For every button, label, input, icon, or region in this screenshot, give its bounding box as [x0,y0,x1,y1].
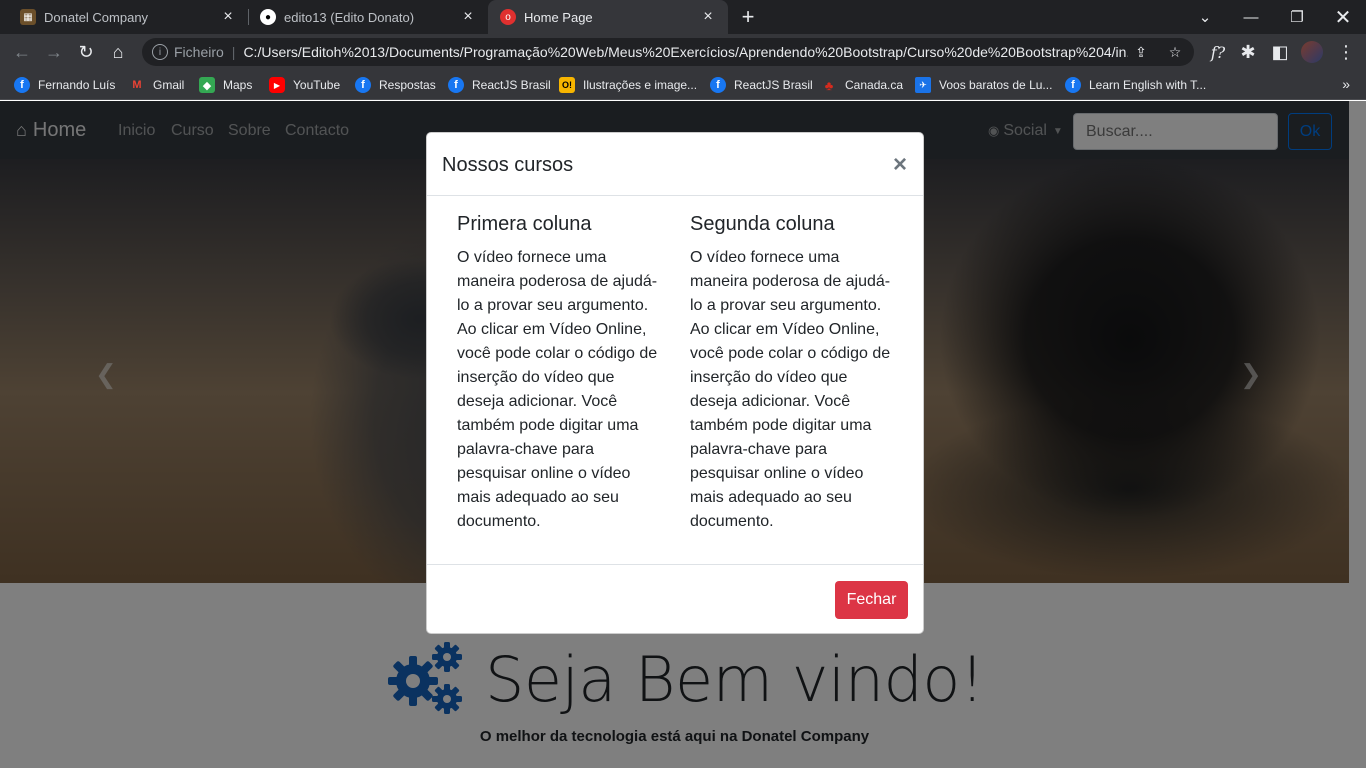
bookmark-item[interactable]: O! Ilustrações e image... [559,76,697,94]
formula-extension-icon[interactable]: f? [1204,38,1232,66]
modal-title: Nossos cursos [442,154,574,176]
bookmark-item[interactable]: f Learn English with T... [1065,76,1206,94]
browser-tab[interactable]: ● edito13 (Edito Donato) × [248,0,488,34]
back-button[interactable]: ← [8,38,36,66]
close-modal-button[interactable]: Fechar [835,581,908,619]
web-favicon-icon: ▦ [20,9,36,25]
tab-title: Home Page [524,9,593,25]
new-tab-button[interactable]: + [736,4,760,29]
bookmark-item[interactable]: M Gmail [129,76,184,94]
bookmark-label: Maps [223,78,253,92]
restore-button[interactable]: ❐ [1274,0,1320,34]
browser-toolbar: ← → ↻ ⌂ i Ficheiro | C:/Users/Editoh%201… [0,34,1366,70]
tab-title: edito13 (Edito Donato) [284,9,415,25]
bookmark-item[interactable]: ♣ Canada.ca [821,76,903,94]
close-icon[interactable]: × [700,8,716,25]
bookmarks-bar: f Fernando Luís M Gmail ◆ Maps ▶ YouTube f Re… [0,70,1366,100]
scrollbar[interactable] [1349,101,1366,768]
column-text: O vídeo fornece uma maneira poderosa de … [457,249,658,530]
tab-search-button[interactable]: ⌄ [1182,0,1228,34]
bookmark-label: ReactJS Brasil [472,78,551,92]
facebook-icon: f [710,77,726,93]
maple-leaf-icon: ♣ [824,77,834,93]
modal-footer: Fechar [427,564,923,634]
modal-column-second: Segunda coluna O vídeo fornece uma manei… [690,213,895,534]
bookmark-item[interactable]: ◆ Maps [199,76,252,94]
bookmark-label: Voos baratos de Lu... [939,78,1053,92]
tab-title: Donatel Company [44,9,149,25]
bookmark-item[interactable]: f Fernando Luís [14,76,115,94]
bookmark-label: Gmail [153,78,185,92]
column-text: O vídeo fornece uma maneira poderosa de … [690,249,891,530]
bookmark-label: YouTube [293,78,341,92]
flights-icon: ✈ [915,77,931,93]
window-close-button[interactable]: ✕ [1320,0,1366,34]
facebook-icon: f [448,77,464,93]
facebook-icon: f [1065,77,1081,93]
share-icon[interactable]: ⇪ [1132,43,1150,61]
browser-tab-active[interactable]: o Home Page × [488,0,728,34]
avatar[interactable] [1298,38,1326,66]
close-icon[interactable]: × [460,8,476,25]
home-button[interactable]: ⌂ [104,38,132,66]
bookmark-label: Respostas [379,78,436,92]
forward-button[interactable]: → [40,38,68,66]
github-icon: ● [260,9,276,25]
bookmark-star-icon[interactable]: ☆ [1166,43,1184,61]
bookmark-item[interactable]: f ReactJS Brasil [448,76,551,94]
modal-column-first: Primera coluna O vídeo fornece uma manei… [457,213,662,534]
bookmark-item[interactable]: ▶ YouTube [269,76,340,94]
address-bar[interactable]: i Ficheiro | C:/Users/Editoh%2013/Docume… [142,38,1194,66]
column-heading: Primera coluna [457,213,592,235]
bookmark-item[interactable]: f ReactJS Brasil [710,76,813,94]
bookmark-label: Canada.ca [845,78,904,92]
address-separator: | [231,44,236,60]
close-icon[interactable]: × [893,151,907,179]
youtube-icon: ▶ [269,77,285,93]
reload-button[interactable]: ↻ [72,38,100,66]
modal-header: Nossos cursos × [427,133,923,196]
side-panel-icon[interactable]: ◧ [1266,38,1294,66]
menu-icon[interactable]: ⋮ [1332,38,1360,66]
facebook-icon: f [14,77,30,93]
extensions-icon[interactable]: ✱ [1234,38,1262,66]
bookmark-label: Fernando Luís [38,78,116,92]
bookmark-label: Learn English with T... [1089,78,1207,92]
maps-icon: ◆ [199,77,215,93]
info-icon[interactable]: i [152,44,168,60]
address-scheme: Ficheiro [174,44,224,60]
column-heading: Segunda coluna [690,213,835,235]
bookmark-label: ReactJS Brasil [734,78,813,92]
web-page: ⌂ Home Inicio Curso Sobre Contacto ◉ Soc… [0,101,1366,768]
browser-tab-bar: ▦ Donatel Company × ● edito13 (Edito Don… [0,0,1366,34]
bookmarks-overflow-icon[interactable]: » [1342,76,1350,92]
close-icon[interactable]: × [220,8,236,25]
address-url[interactable]: C:/Users/Editoh%2013/Documents/Programaç… [243,44,1128,60]
illustration-icon: O! [559,77,575,93]
bookmark-item[interactable]: ✈ Voos baratos de Lu... [915,76,1052,94]
minimize-button[interactable]: — [1228,0,1274,34]
browser-tab[interactable]: ▦ Donatel Company × [8,0,248,34]
facebook-icon: f [355,77,371,93]
bookmark-item[interactable]: f Respostas [355,76,436,94]
courses-modal: Nossos cursos × Primera coluna O vídeo f… [426,132,924,634]
gmail-icon: M [132,79,142,91]
opera-icon: o [500,9,516,25]
bookmark-label: Ilustrações e image... [583,78,698,92]
